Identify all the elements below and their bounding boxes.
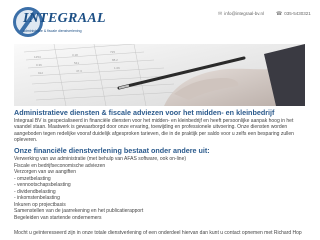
email-contact[interactable]: ✉ info@integraal-bv.nl: [218, 11, 264, 17]
services-list: Verwerking van uw administratie (met beh…: [14, 156, 305, 221]
svg-text:0.36: 0.36: [36, 63, 42, 67]
list-item: Begeleiden van startende ondernemers: [14, 214, 102, 221]
svg-text:3.18: 3.18: [72, 53, 78, 57]
intro-paragraph: Integraal BV is gespecialiseerd in finan…: [14, 118, 294, 143]
main-content: Administratieve diensten & fiscale advie…: [14, 108, 305, 221]
svg-text:912: 912: [38, 71, 43, 75]
envelope-icon: ✉: [218, 11, 223, 17]
phone-contact: ☎ 035-5430321: [276, 11, 311, 17]
svg-text:1254: 1254: [34, 55, 41, 59]
page-title: Administratieve diensten & fiscale advie…: [14, 108, 275, 117]
integraal-logo[interactable]: INTEGRAAL administratie & fiscale dienst…: [13, 7, 106, 39]
svg-text:47.3: 47.3: [76, 69, 82, 73]
svg-text:88.2: 88.2: [112, 58, 118, 62]
svg-text:1.06: 1.06: [114, 66, 120, 70]
logo-tagline: administratie & fiscale dienstverlening: [23, 29, 82, 33]
site-header: INTEGRAAL administratie & fiscale dienst…: [0, 0, 320, 44]
phone-number: 035-5430321: [284, 11, 311, 16]
email-address[interactable]: info@integraal-bv.nl: [224, 11, 264, 16]
hero-image: 1254 3.18 725 0.36 541 88.2 912 47.3 1.06: [14, 44, 305, 106]
svg-text:541: 541: [74, 61, 79, 65]
phone-icon: ☎: [276, 11, 283, 17]
contact-paragraph: Mocht u geïnteresseerd zijn in onze tota…: [14, 230, 302, 236]
services-title: Onze financiële dienstverlening bestaat …: [14, 146, 210, 156]
svg-text:725: 725: [110, 50, 115, 54]
hero-photo-hand-pen: 1254 3.18 725 0.36 541 88.2 912 47.3 1.06: [14, 44, 305, 106]
logo-name: INTEGRAAL: [23, 11, 106, 26]
